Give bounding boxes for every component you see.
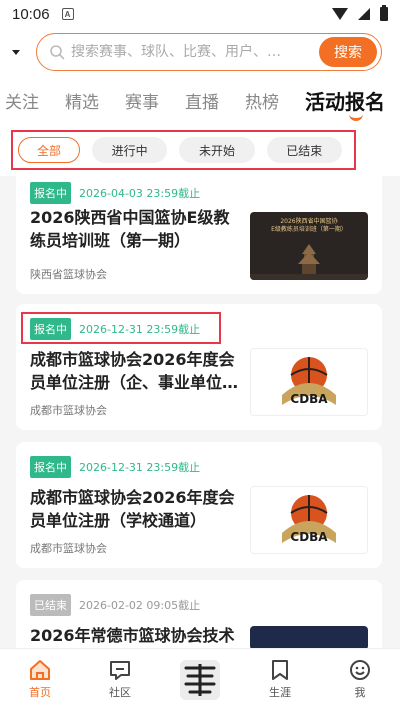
status-bar: 10:06 A: [0, 0, 400, 28]
status-time: 10:06: [12, 5, 50, 23]
nav-center[interactable]: [160, 649, 240, 710]
filter-all[interactable]: 全部: [18, 137, 80, 163]
nav-home[interactable]: 首页: [0, 649, 80, 710]
search-bar: 搜索: [0, 28, 400, 76]
card-organizer: 陕西省篮球协会: [30, 268, 107, 281]
bottom-nav: 首页 社区 生涯 我: [0, 648, 400, 710]
filter-bar: 全部 进行中 未开始 已结束: [0, 124, 400, 176]
search-box[interactable]: 搜索: [36, 33, 382, 71]
card-thumbnail: [250, 626, 368, 650]
tab-registration[interactable]: 活动报名: [305, 86, 385, 121]
status-badge: 报名中: [30, 182, 71, 204]
filter-ended[interactable]: 已结束: [266, 137, 342, 163]
center-logo-icon: [180, 659, 220, 700]
deadline-text: 2026-12-31 23:59截止: [79, 461, 201, 474]
nav-career-label: 生涯: [269, 686, 291, 699]
chevron-down-icon[interactable]: [12, 49, 20, 55]
deadline-text: 2026-02-02 09:05截止: [79, 599, 201, 612]
tab-hot[interactable]: 热榜: [245, 88, 279, 113]
filter-highlight-box: 全部 进行中 未开始 已结束: [11, 130, 356, 170]
nav-profile-label: 我: [354, 686, 366, 699]
card-thumbnail: 2026陕西省中国篮协 E级教练员培训班（第一期）: [250, 212, 368, 280]
category-tabs: 关注 精选 赛事 直播 热榜 活动报名: [0, 76, 400, 124]
battery-icon: [380, 5, 388, 21]
card-title: 2026年常德市篮球协会技术: [30, 626, 235, 645]
home-icon: [30, 660, 50, 680]
status-badge: 已结束: [30, 594, 71, 616]
cdba-logo-icon: CDBA: [282, 495, 336, 544]
tab-events[interactable]: 赛事: [125, 88, 159, 113]
nav-profile[interactable]: 我: [320, 649, 400, 710]
tab-live[interactable]: 直播: [185, 88, 219, 113]
card-thumbnail: CDBA: [250, 486, 368, 554]
nav-home-label: 首页: [29, 686, 51, 699]
career-icon: [272, 660, 288, 680]
tab-follow[interactable]: 关注: [5, 88, 39, 113]
activity-card[interactable]: 报名中 2026-04-03 23:59截止 2026陕西省中国篮协E级教练员培…: [16, 176, 382, 294]
cdba-logo-text: CDBA: [290, 530, 328, 544]
nav-community[interactable]: 社区: [80, 649, 160, 710]
card-organizer: 成都市篮球协会: [30, 542, 107, 555]
card-title: 成都市篮球协会2026年度会员单位注册（企、事业单位…: [30, 350, 239, 392]
card-thumbnail: CDBA: [250, 348, 368, 416]
nav-career[interactable]: 生涯: [240, 649, 320, 710]
community-icon: [110, 661, 130, 680]
pagoda-illustration: [250, 244, 368, 280]
activity-card[interactable]: 报名中 2026-12-31 23:59截止 成都市篮球协会2026年度会员单位…: [16, 442, 382, 568]
cdba-logo-text: CDBA: [290, 392, 328, 406]
deadline-highlight-box: [21, 312, 221, 344]
card-organizer: 成都市篮球协会: [30, 404, 107, 417]
search-button[interactable]: 搜索: [319, 37, 377, 67]
card-title: 成都市篮球协会2026年度会员单位注册（学校通道）: [30, 488, 235, 530]
wifi-icon: [332, 8, 348, 20]
cdba-logo-icon: CDBA: [282, 357, 336, 406]
profile-icon: [350, 660, 370, 680]
filter-ongoing[interactable]: 进行中: [91, 137, 168, 163]
signal-icon: [358, 8, 370, 20]
notification-icon: A: [61, 8, 74, 20]
deadline-text: 2026-04-03 23:59截止: [79, 187, 201, 200]
card-title: 2026陕西省中国篮协E级教练员培训班（第一期）: [30, 208, 230, 250]
activity-card[interactable]: 已结束 2026-02-02 09:05截止 2026年常德市篮球协会技术: [16, 580, 382, 650]
nav-community-label: 社区: [109, 686, 131, 699]
search-input[interactable]: [71, 44, 319, 60]
search-icon: [50, 45, 65, 60]
thumbnail-caption: 2026陕西省中国篮协 E级教练员培训班（第一期）: [271, 218, 347, 233]
status-badge: 报名中: [30, 456, 71, 478]
filter-not-started[interactable]: 未开始: [179, 137, 255, 163]
tab-featured[interactable]: 精选: [65, 88, 99, 113]
